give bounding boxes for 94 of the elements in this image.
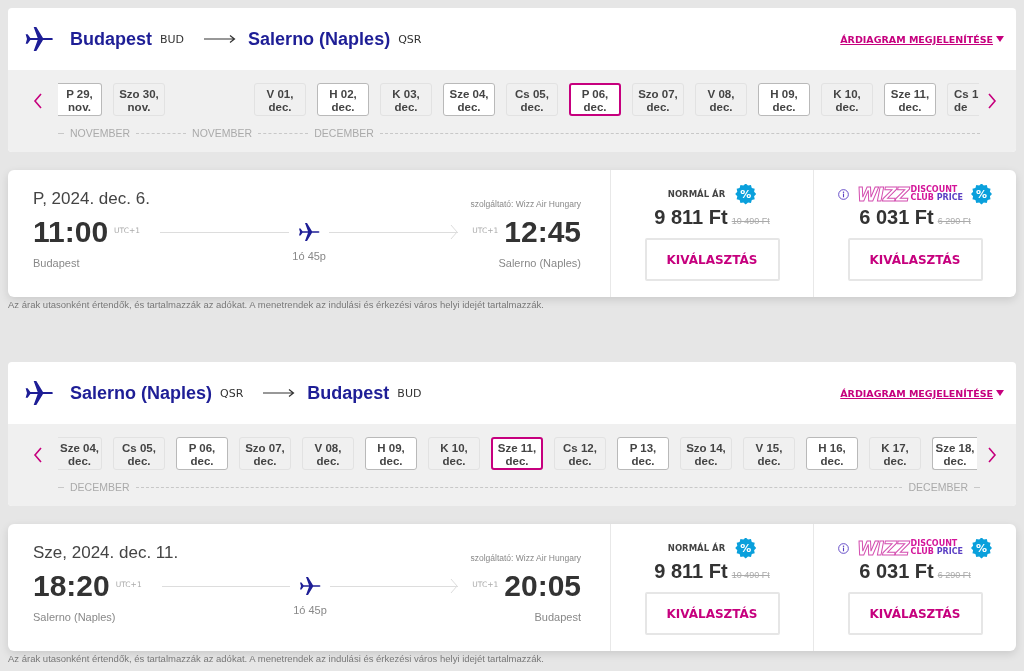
price-chart-link[interactable]: ÁRDIAGRAM MEGJELENÍTÉSE <box>840 387 1004 399</box>
select-button[interactable]: KIVÁLASZTÁS <box>847 238 983 281</box>
discount-badge: % <box>971 537 992 559</box>
info-icon[interactable] <box>838 188 849 200</box>
city-name: Budapest <box>70 28 152 50</box>
fare-price: 9 811 Ft <box>654 560 728 583</box>
date-button[interactable]: P 06, dec. <box>569 83 621 116</box>
airport-code: QSR <box>220 386 244 400</box>
logo-text: DISCOUNT CLUB PRICE <box>910 540 963 556</box>
chevron-right-icon <box>987 93 997 109</box>
airport-code: BUD <box>160 32 185 46</box>
arrow-icon <box>263 388 296 398</box>
logo-text: DISCOUNT CLUB PRICE <box>910 186 963 202</box>
date-button[interactable]: Sze 11, dec. <box>884 83 936 116</box>
departure-time: 18:20 <box>33 569 110 603</box>
flight-duration: 1ó 45p <box>292 250 326 262</box>
fare-price: 6 031 Ft <box>859 560 934 583</box>
operator-text: szolgáltató: Wizz Air Hungary <box>470 553 581 563</box>
date-button[interactable]: K 10, dec. <box>428 437 480 470</box>
plane-icon <box>297 220 322 244</box>
arrival-time: 12:45 <box>504 215 581 249</box>
arrival-city: Salerno (Naples) <box>498 257 581 269</box>
date-button[interactable]: K 10, dec. <box>821 83 873 116</box>
fare-price: 6 031 Ft <box>859 206 934 229</box>
departure-city: Budapest <box>33 257 80 269</box>
date-button[interactable]: V 15, dec. <box>743 437 795 470</box>
month-label: NOVEMBER <box>69 127 132 139</box>
date-button[interactable]: Sze 04, dec. <box>443 83 495 116</box>
date-button[interactable]: Szo 30, nov. <box>113 83 165 116</box>
caret-icon <box>996 36 1004 42</box>
date-button[interactable]: Szo 14, dec. <box>680 437 732 470</box>
date-button[interactable]: Sze 18, dec. <box>932 437 977 470</box>
arrival-city: Budapest <box>534 611 581 623</box>
date-button[interactable]: H 09, dec. <box>758 83 810 116</box>
month-label: DECEMBER <box>69 481 131 493</box>
old-price: 6 290 Ft <box>937 216 971 226</box>
arrival-time: 20:05 <box>504 569 581 603</box>
caret-icon <box>996 390 1004 396</box>
date-button[interactable]: Cs 05, dec. <box>506 83 558 116</box>
date-button[interactable]: P 06, dec. <box>176 437 228 470</box>
departure-time: 11:00 <box>33 215 109 249</box>
flight-date: P, 2024. dec. 6. <box>33 189 150 209</box>
date-button[interactable]: Szo 07, dec. <box>239 437 291 470</box>
date-button[interactable]: Sze 11, dec. <box>491 437 543 470</box>
month-label: NOVEMBER <box>191 127 254 139</box>
chevron-right-icon <box>987 447 997 463</box>
arrow-icon <box>204 34 237 44</box>
city-name: Salerno (Naples) <box>70 382 213 404</box>
date-button[interactable]: V 01, dec. <box>254 83 306 116</box>
discount-badge: % <box>971 183 992 205</box>
flight-date: Sze, 2024. dec. 11. <box>33 543 179 563</box>
city-name: Budapest <box>307 382 390 404</box>
fare-label: NORMÁL ÁR <box>667 189 726 199</box>
date-button[interactable]: P 29, nov. <box>58 83 102 116</box>
date-button[interactable]: Szo 07, dec. <box>632 83 684 116</box>
chevron-left-icon <box>33 447 43 463</box>
logo-wordmark: WIZZ <box>857 537 909 559</box>
disclaimer-text: Az árak utasonként értendők, és tartalmazzák az adókat. A menetrendek az indulási és érkezési város helyi idejét tartalmazzák. <box>8 299 544 310</box>
discount-badge: % <box>735 537 757 559</box>
flight-duration: 1ó 45p <box>293 604 327 616</box>
date-button[interactable]: Cs 12, dec. <box>554 437 606 470</box>
date-button[interactable]: H 09, dec. <box>365 437 417 470</box>
plane-icon <box>298 574 322 598</box>
logo-wordmark: WIZZ <box>857 183 909 205</box>
select-button[interactable]: KIVÁLASZTÁS <box>644 238 780 281</box>
select-button[interactable]: KIVÁLASZTÁS <box>644 592 780 635</box>
date-button[interactable]: P 13, dec. <box>617 437 669 470</box>
date-button[interactable]: V 08, dec. <box>695 83 747 116</box>
old-price: 10 490 Ft <box>731 216 770 226</box>
date-button[interactable]: Cs 05, dec. <box>113 437 165 470</box>
disclaimer-text: Az árak utasonként értendők, és tartalmazzák az adókat. A menetrendek az indulási és érkezési város helyi idejét tartalmazzák. <box>8 653 544 664</box>
airport-code: BUD <box>397 386 422 400</box>
price-chart-link[interactable]: ÁRDIAGRAM MEGJELENÍTÉSE <box>840 33 1004 45</box>
date-button[interactable]: K 03, dec. <box>380 83 432 116</box>
operator-text: szolgáltató: Wizz Air Hungary <box>470 199 581 209</box>
discount-badge: % <box>735 183 757 205</box>
old-price: 10 490 Ft <box>731 570 770 580</box>
chevron-left-icon <box>33 93 43 109</box>
month-label: DECEMBER <box>313 127 375 139</box>
old-price: 6 290 Ft <box>937 570 971 580</box>
month-label: DECEMBER <box>907 481 969 493</box>
date-button[interactable]: Cs 1 de <box>947 83 979 116</box>
fare-price: 9 811 Ft <box>654 206 728 229</box>
date-button[interactable]: Sze 04, dec. <box>58 437 102 470</box>
date-button[interactable]: H 16, dec. <box>806 437 858 470</box>
airport-code: QSR <box>398 32 422 46</box>
date-button[interactable]: K 17, dec. <box>869 437 921 470</box>
departure-city: Salerno (Naples) <box>33 611 116 623</box>
city-name: Salerno (Naples) <box>248 28 391 50</box>
date-button[interactable]: H 02, dec. <box>317 83 369 116</box>
info-icon[interactable] <box>838 542 849 554</box>
fare-label: NORMÁL ÁR <box>667 543 726 553</box>
select-button[interactable]: KIVÁLASZTÁS <box>847 592 983 635</box>
date-button[interactable]: V 08, dec. <box>302 437 354 470</box>
